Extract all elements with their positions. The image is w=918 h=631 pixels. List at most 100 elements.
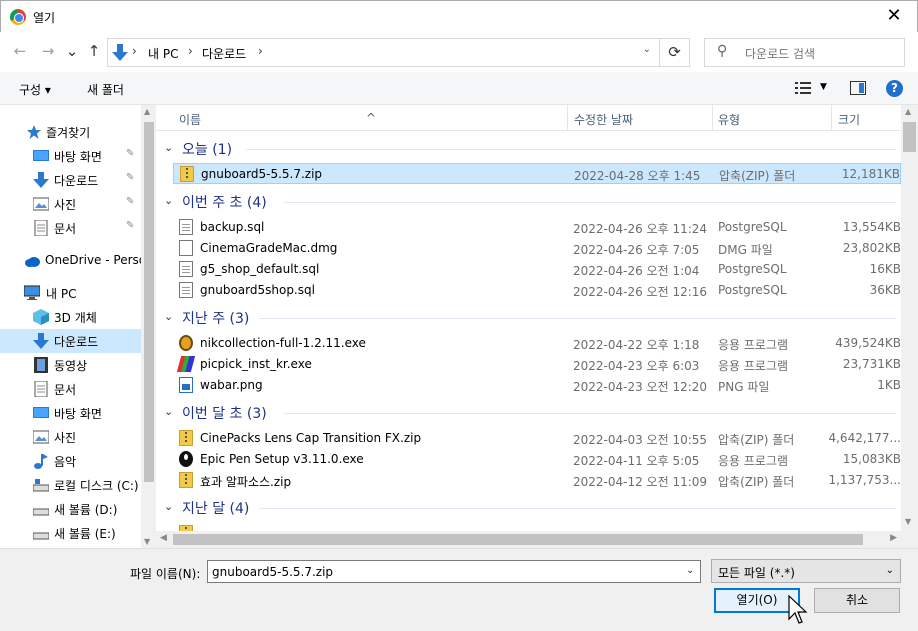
horizontal-scrollbar[interactable]: ◀ ▶ [156, 531, 901, 548]
file-row[interactable]: g5_shop_default.sql 2022-04-26 오전 1:04 P… [173, 259, 901, 280]
sidebar-item-documents-pc[interactable]: 문서 [0, 377, 141, 401]
file-row[interactable]: Epic Pen Setup v3.11.0.exe 2022-04-11 오후… [173, 449, 901, 470]
file-row[interactable]: backup.sql 2022-04-26 오후 11:24 PostgreSQ… [173, 217, 901, 238]
breadcrumb-downloads[interactable]: 다운로드 [202, 45, 246, 62]
new-folder-button[interactable]: 새 폴더 [87, 81, 124, 98]
chevron-down-icon[interactable]: ⌄ [686, 565, 694, 576]
file-row[interactable]: CinemaGradeMac.dmg 2022-04-26 오후 7:05 DM… [173, 238, 901, 259]
chevron-down-icon[interactable]: ⌄ [643, 44, 651, 55]
column-date[interactable]: 수정한 날짜 [574, 111, 633, 128]
sidebar-item-label: 사진 [54, 198, 77, 212]
desktop-icon [33, 407, 49, 418]
scroll-down-icon[interactable]: ▼ [144, 537, 150, 546]
chevron-down-icon[interactable]: ⌄ [164, 310, 173, 323]
file-name: Epic Pen Setup v3.11.0.exe [200, 452, 364, 466]
drive-icon [33, 479, 49, 492]
scrollbar-thumb[interactable] [144, 122, 154, 482]
sidebar-item-this-pc[interactable]: 내 PC [0, 281, 141, 305]
view-options-icon[interactable] [795, 82, 811, 94]
file-row[interactable]: nikcollection-full-1.2.11.exe 2022-04-22… [173, 333, 901, 354]
breadcrumb-separator[interactable]: › [132, 44, 137, 58]
sidebar-item-pictures[interactable]: 사진 ✎ [0, 192, 141, 216]
column-divider[interactable] [712, 105, 713, 131]
chevron-down-icon[interactable]: ⌄ [164, 141, 173, 154]
cancel-button[interactable]: 취소 [814, 588, 900, 613]
sidebar-item-downloads-pc[interactable]: 다운로드 [0, 329, 141, 353]
group-divider [284, 202, 896, 203]
chevron-down-icon[interactable]: ⌄ [62, 42, 82, 60]
sidebar-item-label: 바탕 화면 [54, 150, 102, 164]
file-row[interactable]: gnuboard5-5.5.7.zip 2022-04-28 오후 1:45 압… [173, 163, 901, 184]
file-type: PostgreSQL [718, 283, 787, 297]
file-row[interactable]: gnuboard5shop.sql 2022-04-26 오전 12:16 Po… [173, 280, 901, 301]
file-row[interactable]: picpick_inst_kr.exe 2022-04-23 오후 6:03 응… [173, 354, 901, 375]
sidebar-item-label: 바탕 화면 [54, 407, 102, 421]
column-type[interactable]: 유형 [718, 111, 740, 128]
chevron-down-icon[interactable]: ▼ [820, 82, 827, 92]
navigation-pane: 즐겨찾기 바탕 화면 ✎ 다운로드 ✎ 사진 ✎ 문서 ✎ OneDrive -… [0, 105, 156, 548]
address-bar[interactable]: › 내 PC › 다운로드 › ⌄ [107, 38, 660, 67]
search-box[interactable]: ⚲ 다운로드 검색 [704, 38, 905, 67]
breadcrumb-separator[interactable]: › [258, 44, 263, 58]
group-divider [284, 413, 896, 414]
sidebar-item-favorites[interactable]: 즐겨찾기 [0, 120, 141, 144]
scrollbar-thumb[interactable] [173, 534, 863, 545]
title-bar: 열기 ✕ [0, 0, 918, 32]
help-icon[interactable]: ? [886, 80, 903, 97]
file-date: 2022-04-11 오후 5:05 [573, 454, 700, 468]
file-type-filter[interactable]: 모든 파일 (*.*) ⌄ [711, 559, 901, 583]
back-button[interactable]: ← [10, 42, 30, 60]
file-name: backup.sql [200, 220, 265, 234]
scroll-up-icon[interactable]: ▲ [905, 107, 911, 116]
sidebar-item-downloads[interactable]: 다운로드 ✎ [0, 168, 141, 192]
scroll-left-icon[interactable]: ◀ [160, 533, 167, 543]
column-name[interactable]: 이름 [179, 111, 201, 128]
blank-file-icon [179, 240, 193, 256]
sidebar-item-music[interactable]: 음악 [0, 449, 141, 473]
organize-button[interactable]: 구성 ▾ [19, 81, 51, 98]
chevron-down-icon[interactable]: ⌄ [164, 500, 173, 513]
sidebar-item-label: OneDrive - Personal [45, 253, 156, 267]
sidebar-item-desktop[interactable]: 바탕 화면 ✎ [0, 144, 141, 168]
sidebar-item-desktop-pc[interactable]: 바탕 화면 [0, 401, 141, 425]
file-row[interactable]: wabar.png 2022-04-23 오전 12:20 PNG 파일 1KB [173, 375, 901, 396]
file-date: 2022-04-22 오후 1:18 [573, 338, 700, 352]
scrollbar-thumb[interactable] [903, 122, 916, 152]
scroll-down-icon[interactable]: ▼ [905, 517, 911, 526]
file-size: 1,137,753... [828, 473, 901, 487]
sidebar-item-onedrive[interactable]: OneDrive - Personal [0, 249, 156, 273]
sidebar-item-3d-objects[interactable]: 3D 개체 [0, 305, 141, 329]
scroll-up-icon[interactable]: ▲ [144, 107, 150, 116]
up-button[interactable]: ↑ [84, 42, 104, 60]
sidebar-item-drive-d[interactable]: 새 볼륨 (D:) [0, 497, 141, 521]
file-date: 2022-04-28 오후 1:45 [574, 169, 701, 183]
sidebar-item-pictures-pc[interactable]: 사진 [0, 425, 141, 449]
preview-pane-icon[interactable] [850, 81, 866, 95]
file-row[interactable]: CinePacks Lens Cap Transition FX.zip 202… [173, 428, 901, 449]
search-input[interactable]: 다운로드 검색 [745, 45, 815, 62]
breadcrumb-separator[interactable]: › [188, 44, 193, 58]
group-label: 지난 주 (3) [182, 311, 250, 327]
chevron-down-icon[interactable]: ⌄ [164, 405, 173, 418]
sidebar-item-drive-c[interactable]: 로컬 디스크 (C:) [0, 473, 141, 497]
column-divider[interactable] [567, 105, 568, 131]
sidebar-item-documents[interactable]: 문서 ✎ [0, 216, 141, 240]
sidebar-item-videos[interactable]: 동영상 [0, 353, 141, 377]
filename-input[interactable] [207, 560, 701, 583]
column-divider[interactable] [831, 105, 832, 131]
cloud-icon [25, 257, 40, 267]
forward-button[interactable]: → [38, 42, 58, 60]
sidebar-scrollbar[interactable]: ▲ ▼ [141, 105, 156, 548]
column-size[interactable]: 크기 [838, 111, 860, 128]
chevron-down-icon[interactable]: ⌄ [164, 194, 173, 207]
close-button[interactable]: ✕ [871, 1, 917, 32]
file-type: PostgreSQL [718, 262, 787, 276]
vertical-scrollbar[interactable]: ▲ ▼ [901, 105, 918, 548]
sidebar-item-drive-e[interactable]: 새 볼륨 (E:) [0, 521, 141, 545]
file-row[interactable]: 효과 알파소스.zip 2022-04-12 오전 11:09 압축(ZIP) … [173, 470, 901, 491]
file-size: 16KB [869, 262, 901, 276]
refresh-button[interactable]: ⟳ [660, 38, 690, 67]
chrome-icon [10, 9, 26, 25]
scroll-right-icon[interactable]: ▶ [890, 533, 897, 543]
breadcrumb-my-pc[interactable]: 내 PC [148, 45, 178, 62]
